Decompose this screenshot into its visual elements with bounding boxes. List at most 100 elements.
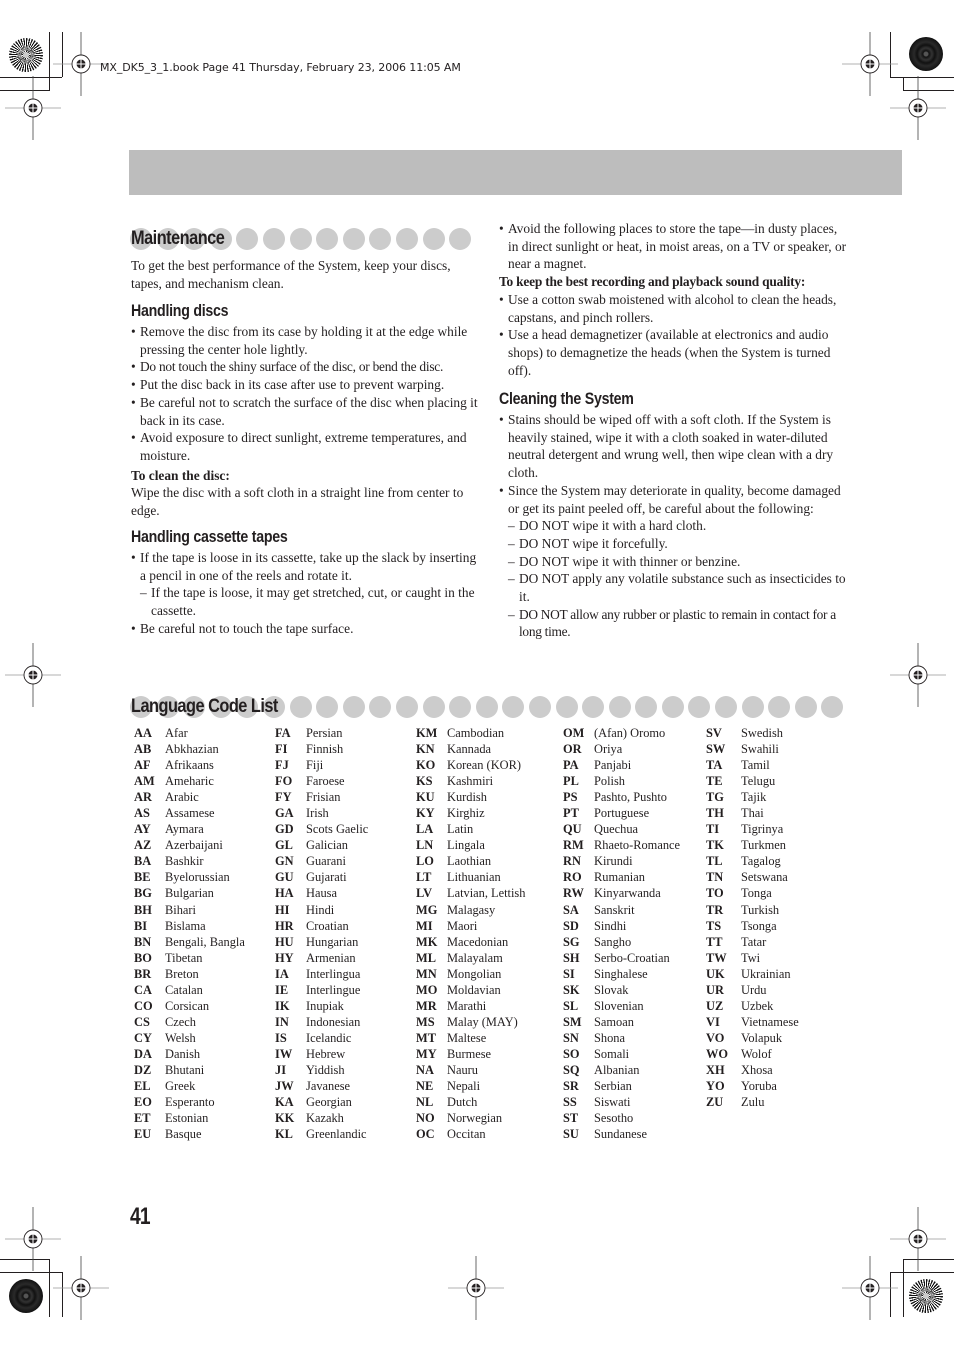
language-name: Ameharic xyxy=(165,774,214,789)
language-code: NA xyxy=(416,1062,434,1077)
header-band xyxy=(129,150,902,195)
language-code: OM xyxy=(563,726,585,740)
language-code: SA xyxy=(563,902,579,917)
language-name: Uzbek xyxy=(741,998,774,1013)
language-row: KO Korean (KOR) xyxy=(416,757,525,773)
language-name: Volapuk xyxy=(741,1030,783,1045)
language-name: Hausa xyxy=(306,886,337,901)
language-name: Arabic xyxy=(165,790,199,805)
language-name: Tagalog xyxy=(741,854,781,869)
language-name: Bislama xyxy=(165,918,206,933)
color-wheel-icon xyxy=(9,38,43,72)
language-name: Catalan xyxy=(165,982,203,997)
language-code: LA xyxy=(416,822,434,837)
language-name: Swahili xyxy=(741,742,779,757)
language-row: EU Basque xyxy=(134,1126,245,1142)
maintenance-intro: To get the best performance of the Syste… xyxy=(131,257,479,292)
language-row: NE Nepali xyxy=(416,1078,525,1094)
language-name: Interlingue xyxy=(306,982,361,997)
language-code: IS xyxy=(275,1030,287,1045)
maintenance-heading: Maintenance xyxy=(130,228,474,252)
language-row: XH Xhosa xyxy=(706,1062,799,1078)
language-code: LV xyxy=(416,886,433,901)
registration-mark-icon xyxy=(5,643,61,707)
language-code: BE xyxy=(134,870,151,885)
language-name: Korean (KOR) xyxy=(447,758,521,773)
language-code: NO xyxy=(416,1111,435,1126)
language-row: TL Tagalog xyxy=(706,853,799,869)
language-row: RN Kirundi xyxy=(563,853,680,869)
language-name: Kurdish xyxy=(447,790,487,805)
color-wheel-icon xyxy=(909,1279,943,1313)
language-code: BA xyxy=(134,854,152,869)
language-name: Pashto, Pushto xyxy=(594,790,667,805)
language-name: Rhaeto-Romance xyxy=(594,838,681,853)
language-name: Mongolian xyxy=(447,966,502,981)
language-code: BI xyxy=(134,918,148,933)
language-row: KS Kashmiri xyxy=(416,773,525,789)
language-name: Shona xyxy=(594,1030,625,1045)
language-row: IE Interlingue xyxy=(275,982,368,998)
language-name: Malay (MAY) xyxy=(447,1014,518,1029)
language-code: IW xyxy=(275,1046,293,1061)
language-name: Serbian xyxy=(594,1079,632,1094)
language-row: AA Afar xyxy=(134,725,245,741)
language-code: OC xyxy=(416,1127,435,1142)
language-code: SS xyxy=(563,1095,577,1110)
language-code: QU xyxy=(563,822,582,837)
language-row: AB Abkhazian xyxy=(134,741,245,757)
registration-mark-icon xyxy=(842,1256,898,1320)
language-name: Kazakh xyxy=(306,1111,344,1126)
language-name: Byelorussian xyxy=(165,870,230,885)
language-code: VO xyxy=(706,1030,725,1045)
handling-tapes-list: If the tape is loose in its cassette, ta… xyxy=(131,549,481,638)
clean-disc-text: Wipe the disc with a soft cloth in a str… xyxy=(131,485,464,519)
language-row: SK Slovak xyxy=(563,982,680,998)
language-row: PA Panjabi xyxy=(563,757,680,773)
language-row: CO Corsican xyxy=(134,998,245,1014)
language-name: Sindhi xyxy=(594,918,627,933)
language-name: Twi xyxy=(741,950,761,965)
language-code: KL xyxy=(275,1127,293,1142)
language-code: PA xyxy=(563,758,579,773)
language-row: TE Telugu xyxy=(706,773,799,789)
language-code: KA xyxy=(275,1095,294,1110)
language-name: Singhalese xyxy=(594,966,648,981)
language-code: UZ xyxy=(706,998,724,1013)
language-name: Xhosa xyxy=(741,1062,773,1077)
language-row: PT Portuguese xyxy=(563,805,680,821)
language-code: HU xyxy=(275,934,294,949)
language-name: Tajik xyxy=(741,790,767,805)
language-name: Nauru xyxy=(447,1062,478,1077)
language-row: RM Rhaeto-Romance xyxy=(563,837,680,853)
language-name: Kinyarwanda xyxy=(594,886,661,901)
language-row: TN Setswana xyxy=(706,869,799,885)
language-code: SN xyxy=(563,1030,579,1045)
language-name: Kirghiz xyxy=(447,806,485,821)
language-name: Armenian xyxy=(306,950,356,965)
list-item: Be careful not to touch the tape surface… xyxy=(131,620,481,638)
language-code: DA xyxy=(134,1046,152,1061)
language-row: BN Bengali, Bangla xyxy=(134,934,245,950)
language-row: ML Malayalam xyxy=(416,950,525,966)
language-code: HR xyxy=(275,918,294,933)
language-name: Telugu xyxy=(741,774,776,789)
language-row: EL Greek xyxy=(134,1078,245,1094)
handling-tapes-title: Handling cassette tapes xyxy=(131,528,288,546)
list-item: Put the disc back in its case after use … xyxy=(131,376,481,394)
language-code: FO xyxy=(275,774,293,789)
language-code: NL xyxy=(416,1095,434,1110)
language-name: Galician xyxy=(306,838,348,853)
language-row: GL Galician xyxy=(275,837,368,853)
language-code: YO xyxy=(706,1079,725,1094)
language-code: LN xyxy=(416,838,434,853)
language-row: BA Bashkir xyxy=(134,853,245,869)
language-name: Kashmiri xyxy=(447,774,494,789)
language-code: TR xyxy=(706,902,724,917)
language-code: AS xyxy=(134,806,150,821)
language-name: Czech xyxy=(165,1014,196,1029)
language-name: Turkish xyxy=(741,902,780,917)
language-code: SU xyxy=(563,1127,579,1142)
language-name: Corsican xyxy=(165,998,210,1013)
language-row: KY Kirghiz xyxy=(416,805,525,821)
